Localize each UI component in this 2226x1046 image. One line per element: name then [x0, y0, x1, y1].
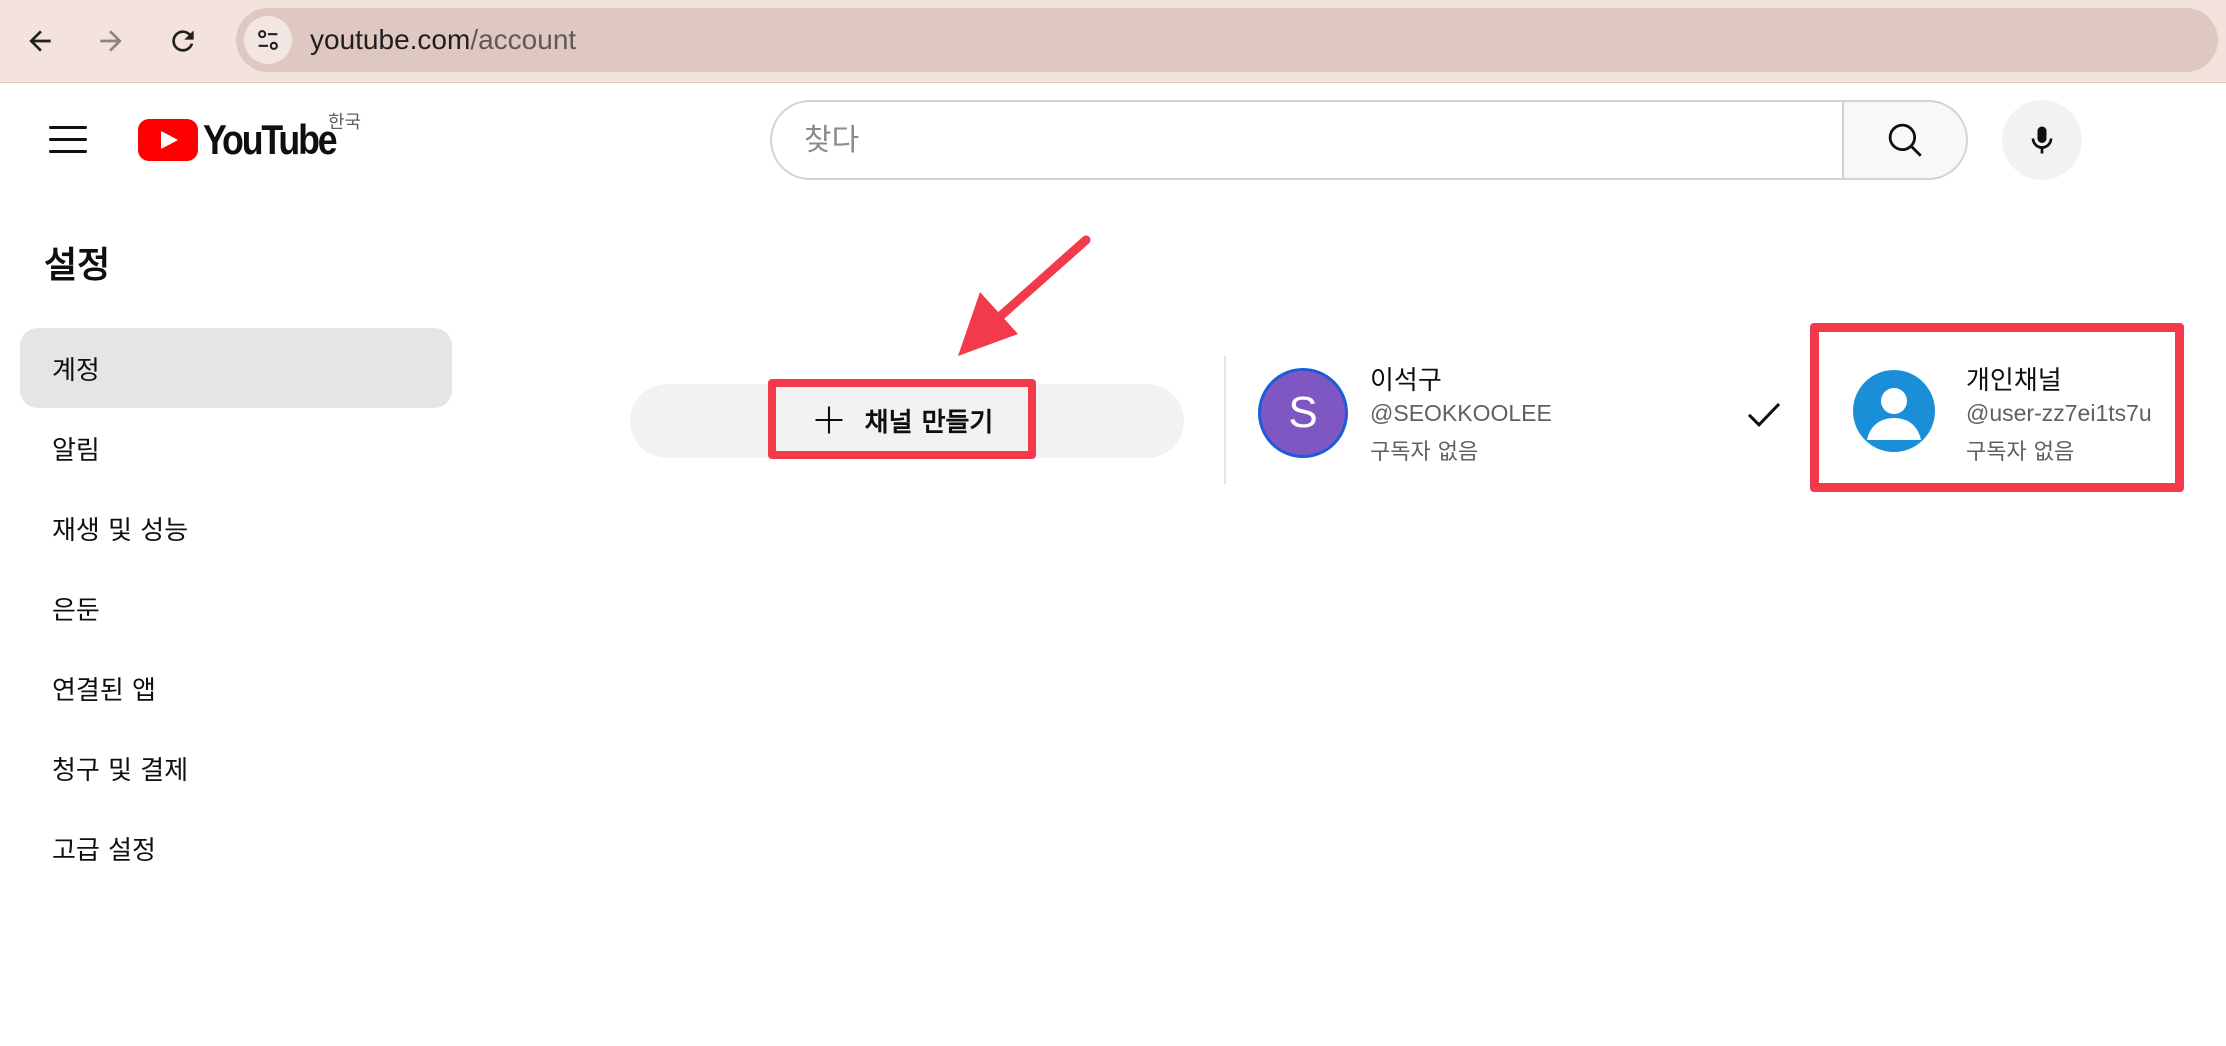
channel-handle: @SEOKKOOLEE	[1370, 400, 1552, 426]
url-text[interactable]: youtube.com/account	[310, 21, 576, 59]
tune-icon	[258, 30, 278, 50]
reload-icon	[172, 30, 194, 52]
sidebar-item-account[interactable]: 계정	[20, 328, 452, 408]
youtube-play-icon	[138, 119, 198, 161]
url-host: youtube.com	[310, 24, 471, 55]
youtube-logo[interactable]: YouTube	[138, 112, 359, 168]
settings-sidebar: 계정 알림 재생 및 성능 은둔 연결된 앱 청구 및 결제 고급 설정	[20, 328, 452, 888]
annotation-arrow-icon	[958, 235, 1091, 356]
voice-search-button[interactable]	[2002, 100, 2082, 180]
hamburger-line	[49, 125, 87, 129]
reload-button[interactable]	[156, 14, 210, 68]
logo-text: YouTube	[203, 116, 338, 163]
region-code: 한국	[328, 112, 362, 133]
channel-subscribers: 구독자 없음	[1370, 440, 1479, 465]
sidebar-item-notifications[interactable]: 알림	[20, 408, 452, 488]
microphone-icon	[2031, 126, 2053, 154]
browser-toolbar: youtube.com/account	[0, 0, 2226, 83]
highlight-box	[768, 379, 1036, 459]
sidebar-item-privacy[interactable]: 은둔	[20, 568, 452, 648]
site-info-button[interactable]	[244, 16, 292, 64]
sidebar-item-playback[interactable]: 재생 및 성능	[20, 488, 452, 568]
channel-item[interactable]: S 이석구 @SEOKKOOLEE 구독자 없음	[1256, 360, 1796, 480]
hamburger-line	[49, 149, 87, 153]
search-input[interactable]	[804, 120, 1784, 160]
sidebar-item-advanced[interactable]: 고급 설정	[20, 808, 452, 888]
address-bar[interactable]: youtube.com/account	[236, 8, 2218, 72]
divider	[1224, 356, 1226, 484]
sidebar-item-label: 은둔	[52, 595, 100, 626]
search-box	[770, 100, 1844, 180]
sidebar-item-label: 알림	[52, 435, 100, 466]
forward-button[interactable]	[84, 14, 138, 68]
arrow-left-icon	[29, 30, 51, 52]
back-button[interactable]	[13, 14, 67, 68]
search-icon	[1888, 123, 1922, 157]
highlight-box	[1810, 323, 2184, 492]
sidebar-item-label: 계정	[52, 355, 100, 386]
check-icon	[1747, 402, 1781, 427]
sidebar-item-connected-apps[interactable]: 연결된 앱	[20, 648, 452, 728]
sidebar-item-billing[interactable]: 청구 및 결제	[20, 728, 452, 808]
url-path: /account	[470, 24, 577, 55]
sidebar-item-label: 고급 설정	[52, 835, 156, 866]
sidebar-item-label: 재생 및 성능	[52, 515, 189, 546]
settings-title: 설정	[44, 245, 111, 286]
channel-avatar: S	[1258, 368, 1348, 458]
guide-menu-button[interactable]	[36, 111, 100, 167]
hamburger-line	[49, 137, 87, 141]
channel-name: 이석구	[1370, 366, 1442, 396]
sidebar-item-label: 연결된 앱	[52, 675, 156, 706]
sidebar-item-label: 청구 및 결제	[52, 755, 189, 786]
arrow-right-icon	[100, 30, 122, 52]
search-button[interactable]	[1842, 100, 1968, 180]
